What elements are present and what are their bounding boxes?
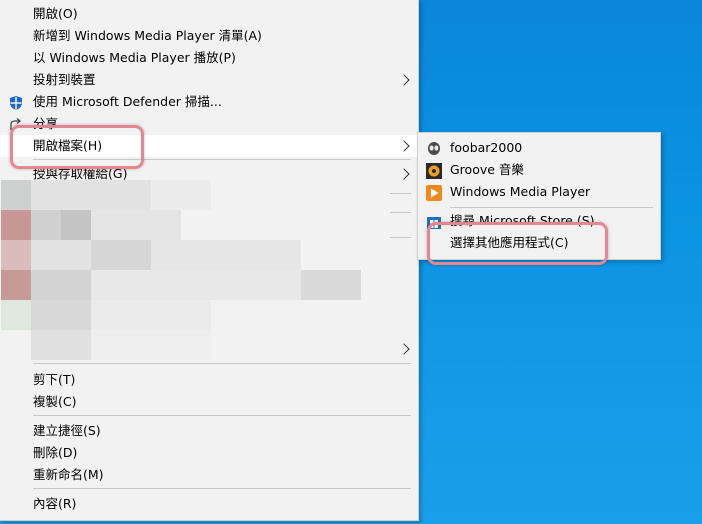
menu-item-label: 刪除(D) [33, 445, 78, 460]
submenu-item-windows-media-player[interactable]: Windows Media Player [418, 181, 660, 203]
submenu-item-foobar2000[interactable]: foobar2000 [418, 137, 660, 159]
menu-item-label: 使用 Microsoft Defender 掃描... [33, 94, 222, 109]
menu-separator [390, 237, 411, 238]
menu-separator [450, 207, 653, 208]
submenu-item-groove-music[interactable]: Groove 音樂 [418, 159, 660, 181]
highlight-ring-open-with [10, 125, 144, 169]
menu-separator [390, 212, 411, 213]
menu-separator [33, 363, 411, 364]
menu-item-cast-to-device[interactable]: 投射到裝置 [0, 69, 418, 91]
menu-item-label: 新增到 Windows Media Player 清單(A) [33, 28, 262, 43]
menu-item-create-shortcut[interactable]: 建立捷徑(S) [0, 420, 418, 442]
defender-shield-icon [10, 96, 22, 110]
menu-separator [33, 415, 411, 416]
menu-item-defender-scan[interactable]: 使用 Microsoft Defender 掃描... [0, 91, 418, 113]
menu-separator [390, 193, 411, 194]
menu-item-open[interactable]: 開啟(O) [0, 3, 418, 25]
context-menu: 開啟(O) 新增到 Windows Media Player 清單(A) 以 W… [0, 0, 419, 521]
chevron-right-icon [398, 343, 410, 355]
menu-item-rename[interactable]: 重新命名(M) [0, 464, 418, 486]
submenu-item-label: Groove 音樂 [450, 162, 524, 177]
menu-item-cut[interactable]: 剪下(T) [0, 369, 418, 391]
menu-item-label: 投射到裝置 [33, 72, 96, 87]
menu-item-properties[interactable]: 內容(R) [0, 493, 418, 515]
submenu-item-label: Windows Media Player [450, 184, 591, 199]
menu-item-label: 開啟(O) [33, 6, 78, 21]
highlight-ring-choose-another-app [427, 222, 608, 265]
menu-item-label: 以 Windows Media Player 播放(P) [33, 50, 236, 65]
menu-separator [33, 488, 411, 489]
chevron-right-icon [398, 140, 410, 152]
menu-item-obscured-submenu[interactable] [0, 338, 418, 360]
chevron-right-icon [398, 74, 410, 86]
menu-item-play-with-wmp[interactable]: 以 Windows Media Player 播放(P) [0, 47, 418, 69]
foobar2000-icon [428, 142, 440, 155]
menu-item-delete[interactable]: 刪除(D) [0, 442, 418, 464]
groove-music-icon [426, 163, 442, 179]
menu-item-label: 建立捷徑(S) [33, 423, 101, 438]
menu-item-label: 複製(C) [33, 394, 77, 409]
menu-item-label: 剪下(T) [33, 372, 76, 387]
chevron-right-icon [398, 168, 410, 180]
submenu-item-label: foobar2000 [450, 140, 523, 155]
windows-media-player-icon [426, 185, 442, 201]
menu-item-add-to-wmp-list[interactable]: 新增到 Windows Media Player 清單(A) [0, 25, 418, 47]
menu-item-copy[interactable]: 複製(C) [0, 391, 418, 413]
menu-item-label: 重新命名(M) [33, 467, 104, 482]
menu-item-label: 內容(R) [33, 496, 77, 511]
